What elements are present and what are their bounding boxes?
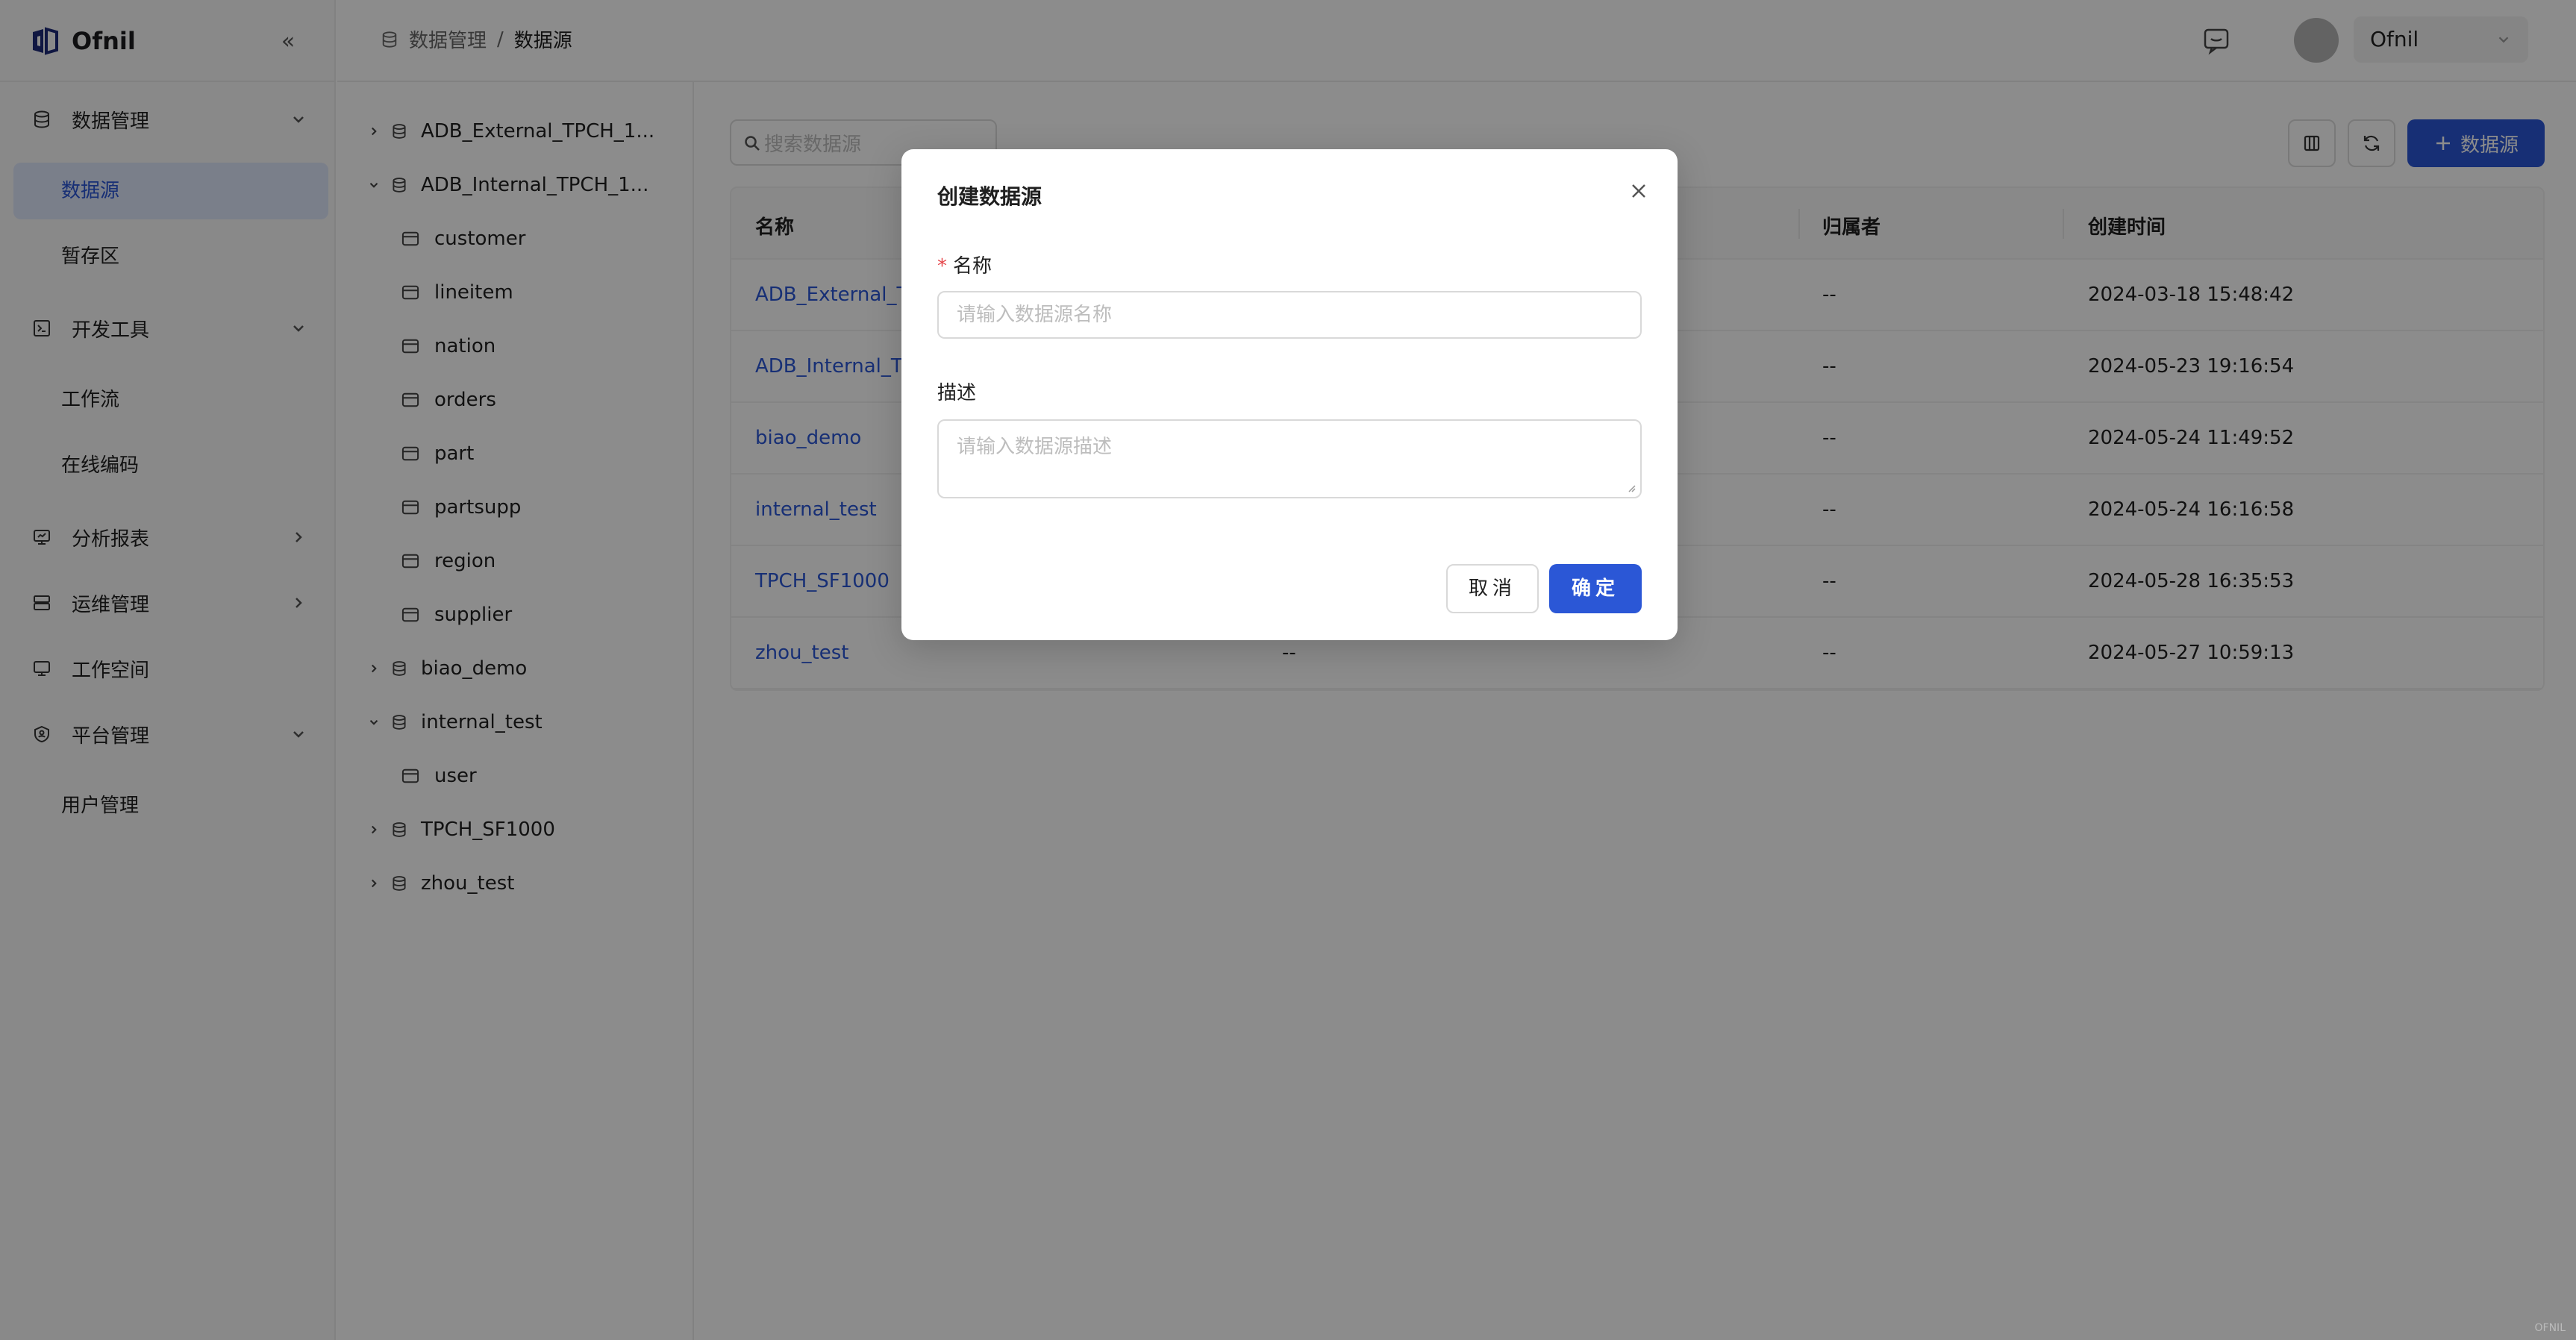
description-field[interactable]: 请输入数据源描述 <box>937 419 1642 498</box>
description-label: 描述 <box>937 382 977 404</box>
name-label-text: 名称 <box>953 255 992 278</box>
confirm-button[interactable]: 确定 <box>1549 564 1642 613</box>
description-placeholder: 请输入数据源描述 <box>957 436 1113 458</box>
resize-handle-icon[interactable] <box>1625 482 1636 492</box>
name-label: * 名称 <box>937 251 992 278</box>
cancel-button[interactable]: 取消 <box>1446 564 1539 613</box>
required-mark: * <box>937 255 947 278</box>
watermark: OFNIL <box>2534 1322 2566 1334</box>
dialog-title: 创建数据源 <box>937 184 1042 209</box>
create-datasource-dialog: 创建数据源 * 名称 请输入数据源名称 描述 请输入数据源描述 取消 确定 <box>901 149 1678 640</box>
name-field[interactable]: 请输入数据源名称 <box>937 291 1642 339</box>
close-icon[interactable] <box>1624 176 1654 206</box>
